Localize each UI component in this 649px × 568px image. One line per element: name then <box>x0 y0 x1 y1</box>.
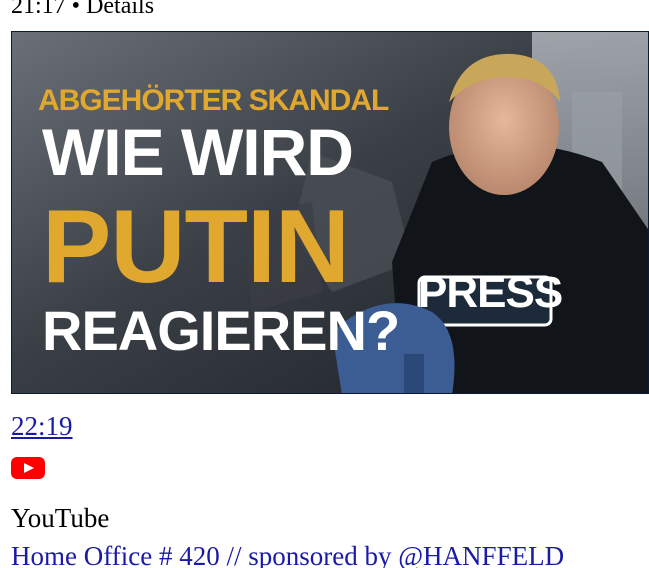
video-thumbnail[interactable]: ABGEHÖRTER SKANDAL WIE WIRD PUTIN REAGIE… <box>11 31 649 394</box>
video-title-link[interactable]: Home Office # 420 // sponsored by @HANFF… <box>11 540 564 568</box>
thumbnail-caption-line3: REAGIEREN? <box>42 299 400 362</box>
youtube-icon <box>11 457 45 479</box>
thumbnail-caption-line1: WIE WIRD <box>42 115 354 189</box>
thumbnail-vest-text: PRESS <box>418 268 563 317</box>
video-duration-link[interactable]: 22:19 <box>11 410 73 442</box>
source-label: YouTube <box>11 503 110 533</box>
thumbnail-caption-line2: PUTIN <box>42 189 350 305</box>
header-meta: 21:17 • Details <box>11 0 155 19</box>
